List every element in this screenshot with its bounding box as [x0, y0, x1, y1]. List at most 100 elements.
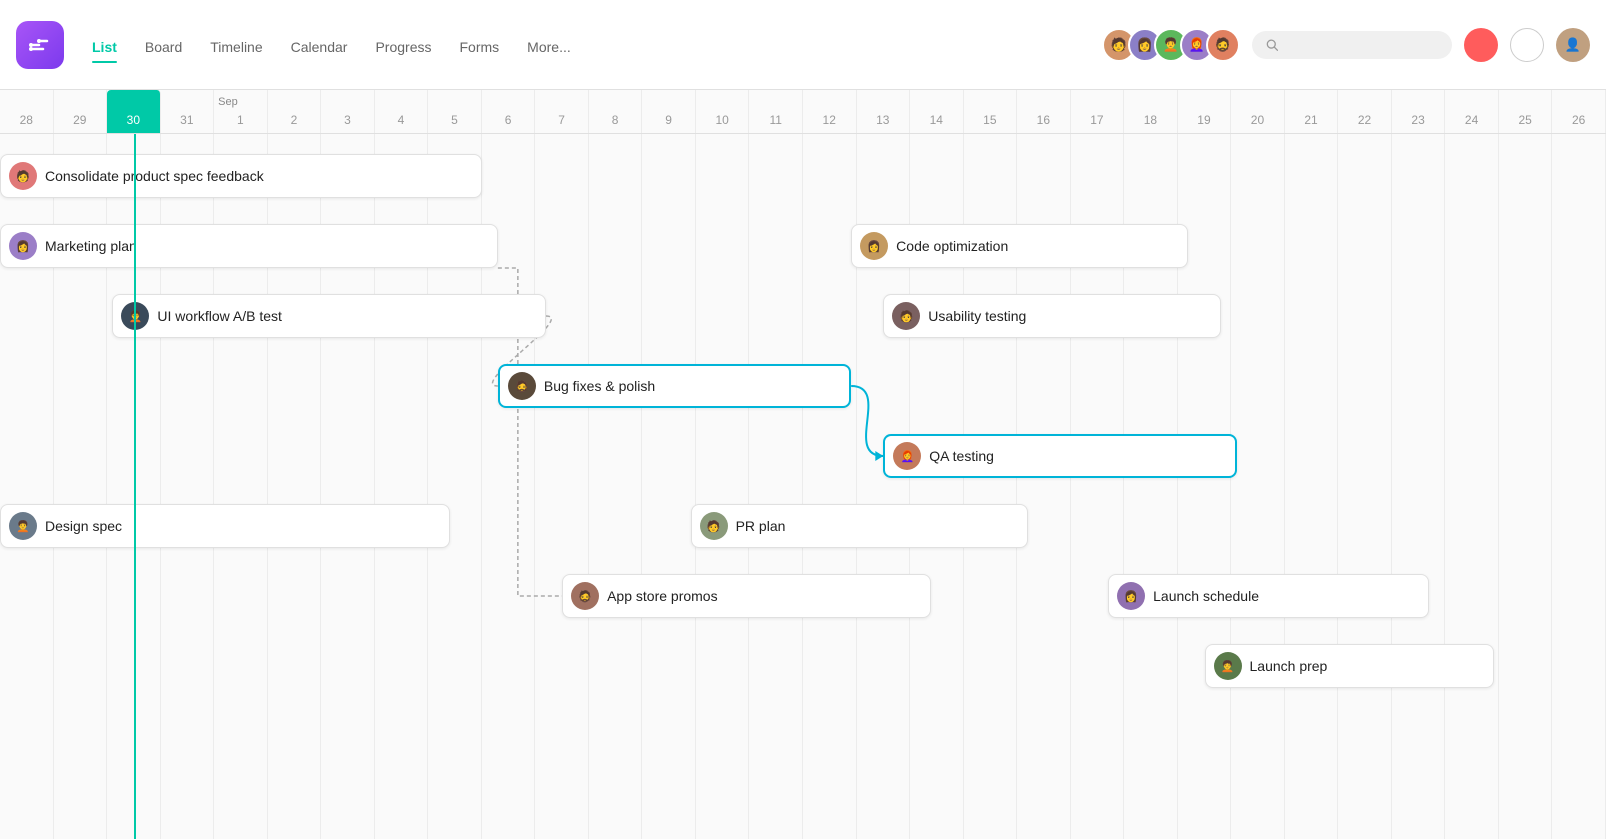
nav-tab-timeline[interactable]: Timeline — [196, 33, 276, 61]
date-col-29: 29 — [54, 90, 108, 133]
date-col-10: 10 — [696, 90, 750, 133]
grid-col-14 — [749, 134, 803, 839]
task-label-consolidate: Consolidate product spec feedback — [45, 168, 264, 184]
task-card-bug-fixes[interactable]: 🧔 Bug fixes & polish — [498, 364, 851, 408]
task-label-launch-prep: Launch prep — [1250, 658, 1328, 674]
help-button[interactable] — [1510, 28, 1544, 62]
date-col-2: 2 — [268, 90, 322, 133]
timeline-container: 28293031Sep12345678910111213141516171819… — [0, 90, 1606, 839]
date-col-15: 15 — [964, 90, 1018, 133]
nav-tab-progress[interactable]: Progress — [361, 33, 445, 61]
task-card-code-optimization[interactable]: 👩 Code optimization — [851, 224, 1188, 268]
nav-tab-forms[interactable]: Forms — [446, 33, 514, 61]
date-col-3: 3 — [321, 90, 375, 133]
task-card-launch-prep[interactable]: 🧑‍🦱 Launch prep — [1205, 644, 1494, 688]
task-label-launch-schedule: Launch schedule — [1153, 588, 1259, 604]
grid-col-29 — [1552, 134, 1606, 839]
task-label-marketing-plan: Marketing plan — [45, 238, 137, 254]
task-avatar-launch-prep: 🧑‍🦱 — [1214, 652, 1242, 680]
date-col-7: 7 — [535, 90, 589, 133]
team-avatars: 🧑👩🧑‍🦱👩‍🦰🧔 — [1102, 28, 1240, 62]
task-avatar-bug-fixes: 🧔 — [508, 372, 536, 400]
date-col-6: 6 — [482, 90, 536, 133]
search-bar[interactable] — [1252, 31, 1452, 59]
date-col-9: 9 — [642, 90, 696, 133]
grid-col-28 — [1499, 134, 1553, 839]
app-wrapper: ListBoardTimelineCalendarProgressFormsMo… — [0, 0, 1606, 839]
date-col-24: 24 — [1445, 90, 1499, 133]
date-col-8: 8 — [589, 90, 643, 133]
header: ListBoardTimelineCalendarProgressFormsMo… — [0, 0, 1606, 90]
search-input[interactable] — [1286, 37, 1438, 53]
task-card-consolidate[interactable]: 🧑 Consolidate product spec feedback — [0, 154, 482, 198]
date-col-14: 14 — [910, 90, 964, 133]
task-label-code-optimization: Code optimization — [896, 238, 1008, 254]
task-label-bug-fixes: Bug fixes & polish — [544, 378, 655, 394]
task-avatar-app-store-promos: 🧔 — [571, 582, 599, 610]
grid-col-12 — [642, 134, 696, 839]
task-card-usability-testing[interactable]: 🧑 Usability testing — [883, 294, 1220, 338]
date-col-5: 5 — [428, 90, 482, 133]
user-avatar[interactable]: 👤 — [1556, 28, 1590, 62]
date-col-26: 26 — [1552, 90, 1606, 133]
task-avatar-consolidate: 🧑 — [9, 162, 37, 190]
date-col-19: 19 — [1178, 90, 1232, 133]
task-card-ui-workflow[interactable]: 🧑‍🦱UI workflow A/B test — [112, 294, 546, 338]
date-col-25: 25 — [1499, 90, 1553, 133]
task-avatar-marketing-plan: 👩 — [9, 232, 37, 260]
task-avatar-qa-testing: 👩‍🦰 — [893, 442, 921, 470]
date-col-16: 16 — [1017, 90, 1071, 133]
search-icon — [1266, 38, 1278, 52]
add-button[interactable] — [1464, 28, 1498, 62]
grid-col-27 — [1445, 134, 1499, 839]
task-label-qa-testing: QA testing — [929, 448, 994, 464]
date-col-17: 17 — [1071, 90, 1125, 133]
grid-col-25 — [1338, 134, 1392, 839]
date-col-1: Sep1 — [214, 90, 268, 133]
date-col-12: 12 — [803, 90, 857, 133]
grid-col-23 — [1231, 134, 1285, 839]
nav-tab-list[interactable]: List — [78, 33, 131, 61]
task-card-qa-testing[interactable]: 👩‍🦰 QA testing — [883, 434, 1236, 478]
task-card-app-store-promos[interactable]: 🧔 App store promos — [562, 574, 931, 618]
grid-col-24 — [1285, 134, 1339, 839]
date-col-30: 30 — [107, 90, 161, 133]
date-col-21: 21 — [1285, 90, 1339, 133]
task-label-design-spec: Design spec — [45, 518, 122, 534]
task-avatar-design-spec: 🧑‍🦱 — [9, 512, 37, 540]
nav-tab-calendar[interactable]: Calendar — [277, 33, 362, 61]
app-icon[interactable] — [16, 21, 64, 69]
grid-area: 🧑 Consolidate product spec feedback 👩 Marke… — [0, 134, 1606, 839]
task-card-design-spec[interactable]: 🧑‍🦱 Design spec — [0, 504, 450, 548]
task-label-ui-workflow: UI workflow A/B test — [157, 308, 281, 324]
date-col-4: 4 — [375, 90, 429, 133]
date-col-31: 31 — [161, 90, 215, 133]
header-right: 🧑👩🧑‍🦱👩‍🦰🧔 👤 — [1102, 28, 1590, 62]
task-avatar-pr-plan: 🧑 — [700, 512, 728, 540]
task-avatar-code-optimization: 👩 — [860, 232, 888, 260]
nav-tabs: ListBoardTimelineCalendarProgressFormsMo… — [78, 33, 1102, 61]
header-center: ListBoardTimelineCalendarProgressFormsMo… — [78, 29, 1102, 61]
grid-col-10 — [535, 134, 589, 839]
task-label-usability-testing: Usability testing — [928, 308, 1026, 324]
date-col-23: 23 — [1392, 90, 1446, 133]
task-avatar-launch-schedule: 👩 — [1117, 582, 1145, 610]
date-col-18: 18 — [1124, 90, 1178, 133]
team-avatar-4[interactable]: 🧔 — [1206, 28, 1240, 62]
date-col-22: 22 — [1338, 90, 1392, 133]
nav-tab-board[interactable]: Board — [131, 33, 196, 61]
task-avatar-usability-testing: 🧑 — [892, 302, 920, 330]
task-card-marketing-plan[interactable]: 👩 Marketing plan — [0, 224, 498, 268]
grid-col-15 — [803, 134, 857, 839]
date-col-28: 28 — [0, 90, 54, 133]
grid-col-13 — [696, 134, 750, 839]
date-col-13: 13 — [857, 90, 911, 133]
nav-tab-more[interactable]: More... — [513, 33, 585, 61]
date-col-11: 11 — [749, 90, 803, 133]
task-label-pr-plan: PR plan — [736, 518, 786, 534]
task-card-pr-plan[interactable]: 🧑 PR plan — [691, 504, 1028, 548]
date-col-20: 20 — [1231, 90, 1285, 133]
task-label-app-store-promos: App store promos — [607, 588, 718, 604]
today-line — [134, 134, 136, 839]
task-card-launch-schedule[interactable]: 👩 Launch schedule — [1108, 574, 1429, 618]
